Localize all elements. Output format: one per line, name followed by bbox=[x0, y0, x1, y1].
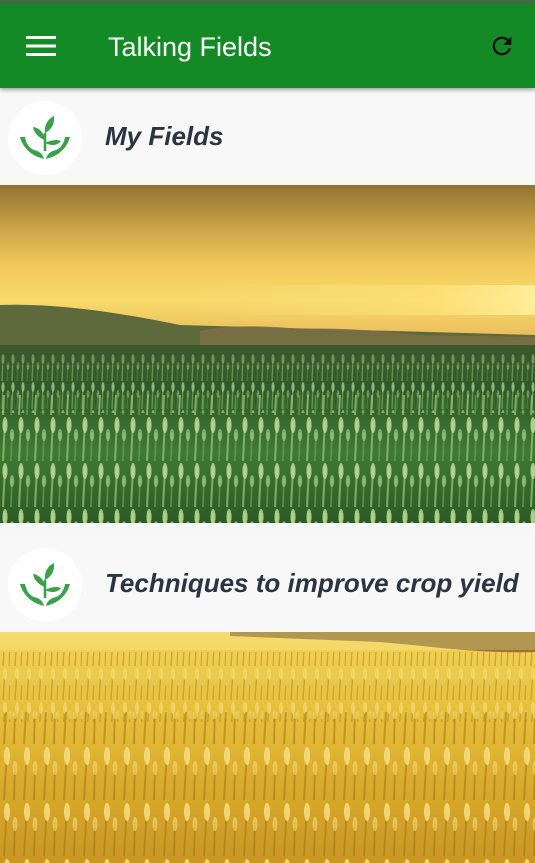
card-title: My Fields bbox=[105, 121, 224, 151]
app-bar: Talking Fields bbox=[0, 4, 535, 88]
golden-wheat-field-image[interactable] bbox=[0, 632, 535, 863]
app-logo bbox=[8, 101, 82, 175]
app-title: Talking Fields bbox=[108, 32, 272, 62]
card-my-fields[interactable]: My Fields bbox=[0, 88, 535, 523]
hands-holding-sprout-icon bbox=[20, 563, 70, 606]
hands-holding-sprout-icon bbox=[20, 116, 70, 159]
hamburger-menu-icon bbox=[26, 36, 56, 56]
green-wheat-field-image[interactable] bbox=[0, 185, 535, 523]
card-title: Techniques to improve crop yield bbox=[105, 568, 519, 598]
card-header[interactable]: My Fields bbox=[0, 88, 535, 185]
refresh-icon bbox=[492, 36, 512, 56]
refresh-button[interactable] bbox=[484, 28, 520, 64]
app-logo bbox=[8, 548, 82, 622]
menu-button[interactable] bbox=[22, 27, 60, 65]
card-header[interactable]: Techniques to improve crop yield bbox=[0, 535, 535, 632]
card-techniques[interactable]: Techniques to improve crop yield bbox=[0, 535, 535, 863]
